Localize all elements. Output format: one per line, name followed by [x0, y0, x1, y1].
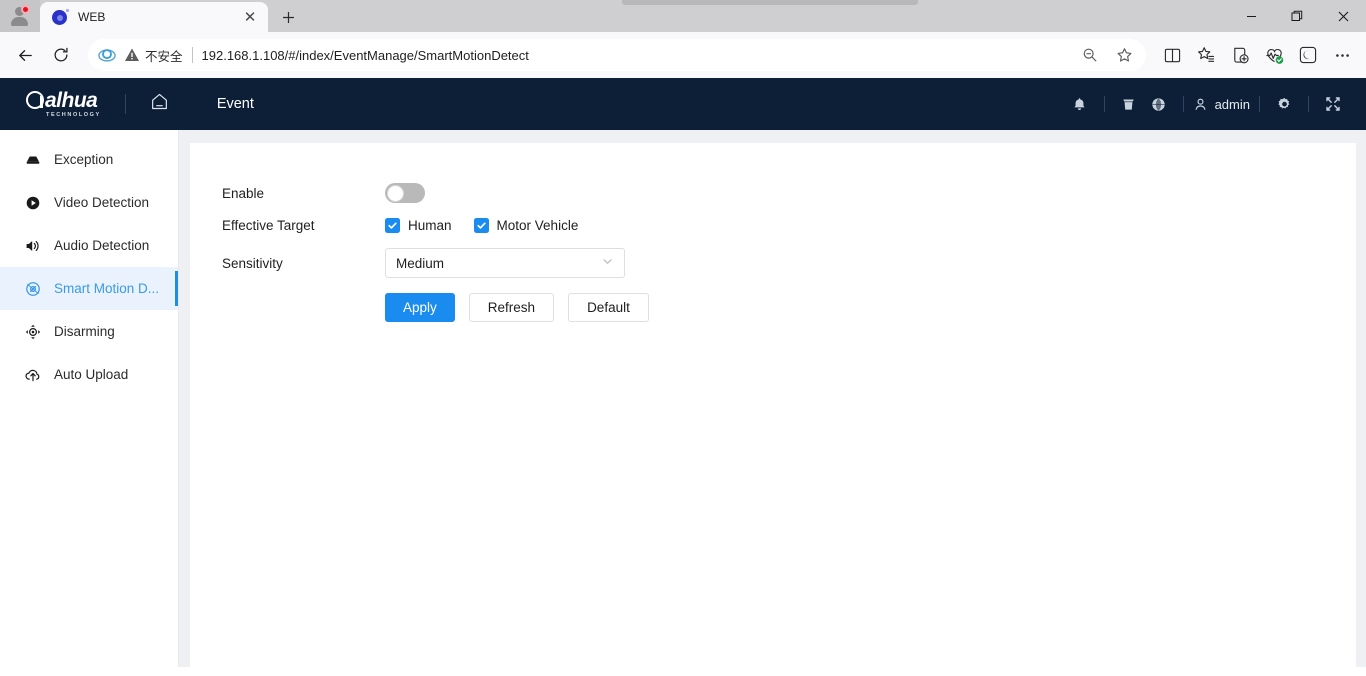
default-button[interactable]: Default — [568, 293, 649, 322]
dahua-logo: alhua TECHNOLOGY — [26, 90, 101, 119]
checkbox-check-icon — [474, 218, 489, 233]
tab-title: WEB — [78, 10, 228, 24]
globe-icon[interactable] — [1144, 89, 1174, 119]
audio-icon — [24, 237, 41, 254]
tab-favicon-icon — [52, 9, 68, 25]
page-body: Exception Video Detection — [0, 130, 1366, 667]
back-button[interactable] — [8, 38, 42, 72]
sidebar: Exception Video Detection — [0, 130, 179, 667]
web-page: alhua TECHNOLOGY Event — [0, 78, 1366, 676]
security-status-text: 不安全 — [145, 46, 183, 65]
sensitivity-select[interactable]: Medium — [385, 248, 625, 278]
home-icon — [150, 92, 169, 111]
video-icon — [24, 194, 41, 211]
sidebar-item-audio-detection[interactable]: Audio Detection — [0, 224, 178, 267]
address-bar[interactable]: 不安全 192.168.1.108/#/index/EventManage/Sm… — [88, 39, 1146, 71]
sidebar-item-disarming[interactable]: Disarming — [0, 310, 178, 353]
sidebar-item-label: Disarming — [54, 324, 115, 339]
notification-dot-icon — [21, 5, 30, 14]
effective-target-row: Effective Target Human — [222, 218, 1356, 233]
browser-toolbar: 不安全 192.168.1.108/#/index/EventManage/Sm… — [0, 32, 1366, 78]
checkbox-label: Motor Vehicle — [497, 218, 579, 233]
address-divider — [192, 47, 193, 63]
favorite-star-icon[interactable] — [1108, 39, 1140, 71]
browser-essentials-icon[interactable] — [1258, 39, 1290, 71]
browser-titlebar: WEB ✕ — [0, 0, 1366, 32]
sensitivity-value: Medium — [396, 256, 444, 271]
sensitivity-row: Sensitivity Medium — [222, 248, 1356, 278]
page-bottom-strip — [0, 667, 1366, 676]
browser-tab[interactable]: WEB ✕ — [40, 2, 268, 32]
copilot-icon[interactable] — [1292, 39, 1324, 71]
enable-row: Enable — [222, 183, 1356, 203]
more-options-icon[interactable] — [1326, 39, 1358, 71]
checkbox-motor-vehicle[interactable]: Motor Vehicle — [474, 218, 579, 233]
browser-window: WEB ✕ — [0, 0, 1366, 676]
action-buttons: Apply Refresh Default — [385, 293, 1356, 322]
sidebar-item-video-detection[interactable]: Video Detection — [0, 181, 178, 224]
tab-close-icon[interactable]: ✕ — [238, 5, 262, 29]
internet-explorer-icon — [98, 46, 116, 64]
apply-button[interactable]: Apply — [385, 293, 455, 322]
close-button[interactable] — [1320, 0, 1366, 32]
checkbox-human[interactable]: Human — [385, 218, 452, 233]
home-button[interactable] — [150, 92, 169, 116]
upload-icon — [24, 366, 41, 383]
disarming-icon — [24, 323, 41, 340]
split-screen-icon[interactable] — [1156, 39, 1188, 71]
sidebar-item-label: Smart Motion D... — [54, 281, 159, 296]
exception-icon — [24, 151, 41, 168]
checkbox-check-icon — [385, 218, 400, 233]
header-actions: admin — [1065, 89, 1366, 119]
chevron-down-icon — [601, 255, 614, 271]
user-menu[interactable]: admin — [1193, 97, 1250, 112]
gear-icon[interactable] — [1269, 89, 1299, 119]
warning-triangle-icon — [124, 47, 140, 63]
logo-text: alhua — [45, 90, 97, 111]
username-label: admin — [1215, 97, 1250, 112]
refresh-button[interactable]: Refresh — [469, 293, 554, 322]
smart-motion-icon — [24, 280, 41, 297]
logo-mark-icon — [26, 91, 44, 109]
page-title: Event — [217, 96, 254, 112]
url-text[interactable]: 192.168.1.108/#/index/EventManage/SmartM… — [202, 48, 1074, 63]
restore-button[interactable] — [1274, 0, 1320, 32]
sidebar-item-label: Exception — [54, 152, 113, 167]
user-icon — [1193, 97, 1208, 112]
minimize-button[interactable] — [1228, 0, 1274, 32]
new-tab-button[interactable] — [271, 2, 305, 32]
settings-panel: Enable Effective Target — [190, 143, 1356, 667]
enable-toggle[interactable] — [385, 183, 425, 203]
effective-target-label: Effective Target — [222, 218, 385, 233]
sidebar-item-auto-upload[interactable]: Auto Upload — [0, 353, 178, 396]
fullscreen-icon[interactable] — [1318, 89, 1348, 119]
logo-subtitle: TECHNOLOGY — [46, 113, 101, 119]
sidebar-item-exception[interactable]: Exception — [0, 138, 178, 181]
sidebar-item-label: Audio Detection — [54, 238, 149, 253]
profile-button[interactable] — [0, 0, 40, 32]
window-drag-strip — [622, 0, 918, 5]
collections-icon[interactable] — [1224, 39, 1256, 71]
sidebar-item-smart-motion-detect[interactable]: Smart Motion D... — [0, 267, 178, 310]
toggle-knob — [387, 185, 404, 202]
content-area: Enable Effective Target — [179, 130, 1366, 667]
enable-label: Enable — [222, 186, 385, 201]
bell-icon[interactable] — [1065, 89, 1095, 119]
sensitivity-label: Sensitivity — [222, 256, 385, 271]
window-controls — [1228, 0, 1366, 32]
alarm-icon[interactable] — [1114, 89, 1144, 119]
header-divider — [125, 94, 126, 114]
app-header: alhua TECHNOLOGY Event — [0, 78, 1366, 130]
favorites-icon[interactable] — [1190, 39, 1222, 71]
reload-button[interactable] — [44, 38, 78, 72]
sidebar-item-label: Video Detection — [54, 195, 149, 210]
avatar-icon — [10, 6, 30, 26]
sidebar-item-label: Auto Upload — [54, 367, 128, 382]
zoom-out-icon[interactable] — [1074, 39, 1106, 71]
checkbox-label: Human — [408, 218, 452, 233]
